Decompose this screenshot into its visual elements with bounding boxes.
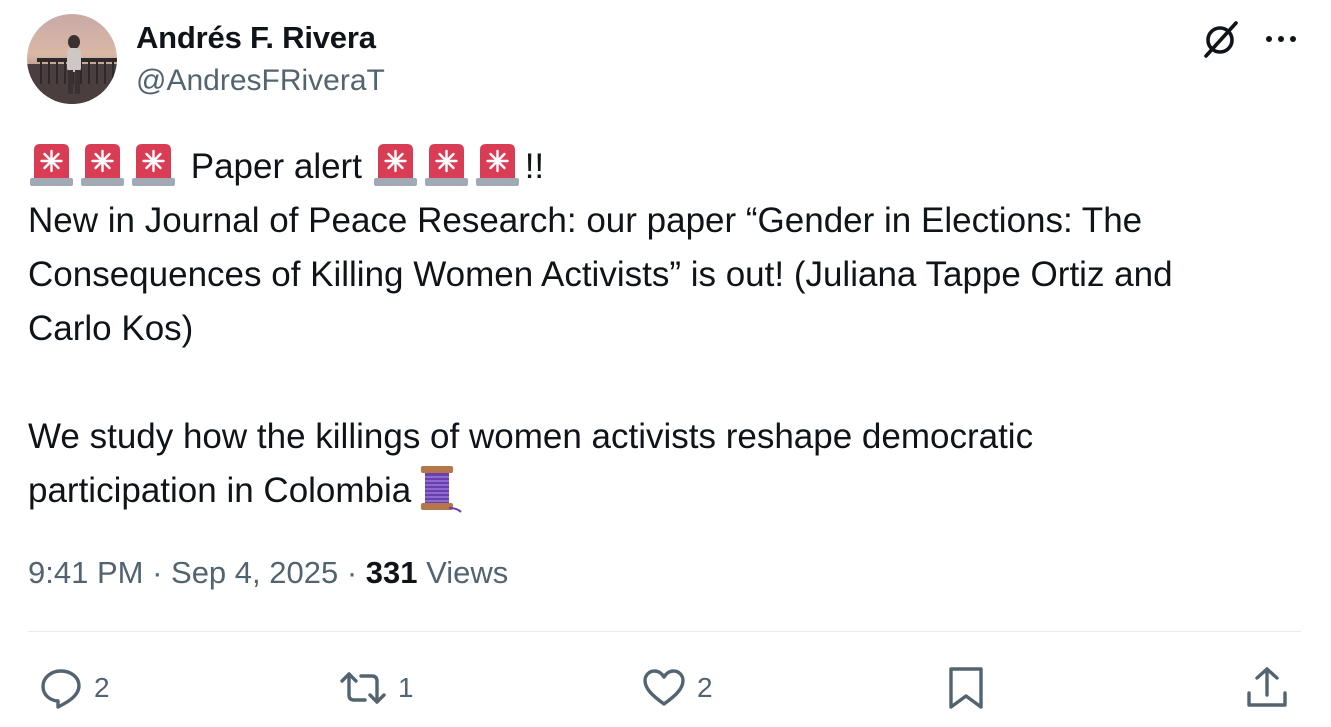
post-meta: 9:41 PM · Sep 4, 2025 · 331 Views <box>28 555 508 591</box>
views-label: Views <box>417 555 509 590</box>
author-display-name[interactable]: Andrés F. Rivera <box>136 20 376 56</box>
post-line-4: Carlo Kos) <box>28 309 194 348</box>
post-date[interactable]: Sep 4, 2025 <box>171 555 338 590</box>
meta-separator: · <box>143 555 172 590</box>
police-light-icon <box>372 140 419 188</box>
share-button[interactable] <box>1244 663 1290 713</box>
post-time[interactable]: 9:41 PM <box>28 555 143 590</box>
post-text: Paper alert !! New in Journal of Peace R… <box>28 140 1298 518</box>
post-line-3: Consequences of Killing Women Activists”… <box>28 255 1173 294</box>
bookmark-button[interactable] <box>943 663 989 713</box>
police-light-icon <box>79 140 126 188</box>
post-line-6-text: participation in Colombia <box>28 471 412 510</box>
repost-count: 1 <box>398 672 414 703</box>
police-light-icon <box>474 140 521 188</box>
post-line-5: We study how the killings of women activ… <box>28 417 1034 456</box>
repost-icon <box>340 672 386 704</box>
views-count: 331 <box>365 555 418 590</box>
police-light-icon <box>130 140 177 188</box>
author-handle[interactable]: @AndresFRiveraT <box>136 64 385 98</box>
tweet-detail: Andrés F. Rivera @AndresFRiveraT Paper a… <box>0 0 1331 727</box>
repost-button[interactable]: 1 <box>338 663 414 713</box>
meta-separator: · <box>338 555 366 590</box>
grok-icon[interactable] <box>1200 18 1242 60</box>
post-line-1: Paper alert !! <box>28 140 1298 194</box>
heart-icon <box>643 669 685 706</box>
police-light-icon <box>423 140 470 188</box>
like-count: 2 <box>697 672 713 703</box>
reply-button[interactable]: 2 <box>38 663 110 713</box>
paper-alert-text: Paper alert <box>190 147 362 186</box>
share-icon <box>1247 667 1287 707</box>
like-button[interactable]: 2 <box>641 663 713 713</box>
avatar[interactable] <box>27 14 117 104</box>
reply-icon <box>41 669 81 709</box>
exclamation-text: !! <box>524 147 545 186</box>
post-line-2: New in Journal of Peace Research: our pa… <box>28 201 1143 240</box>
more-icon[interactable] <box>1262 22 1300 56</box>
reply-count: 2 <box>94 672 110 703</box>
bookmark-icon <box>949 667 983 709</box>
police-light-icon <box>28 140 75 188</box>
divider <box>28 631 1301 632</box>
post-line-6: participation in Colombia <box>28 464 1298 518</box>
thread-spool-icon <box>417 464 463 514</box>
